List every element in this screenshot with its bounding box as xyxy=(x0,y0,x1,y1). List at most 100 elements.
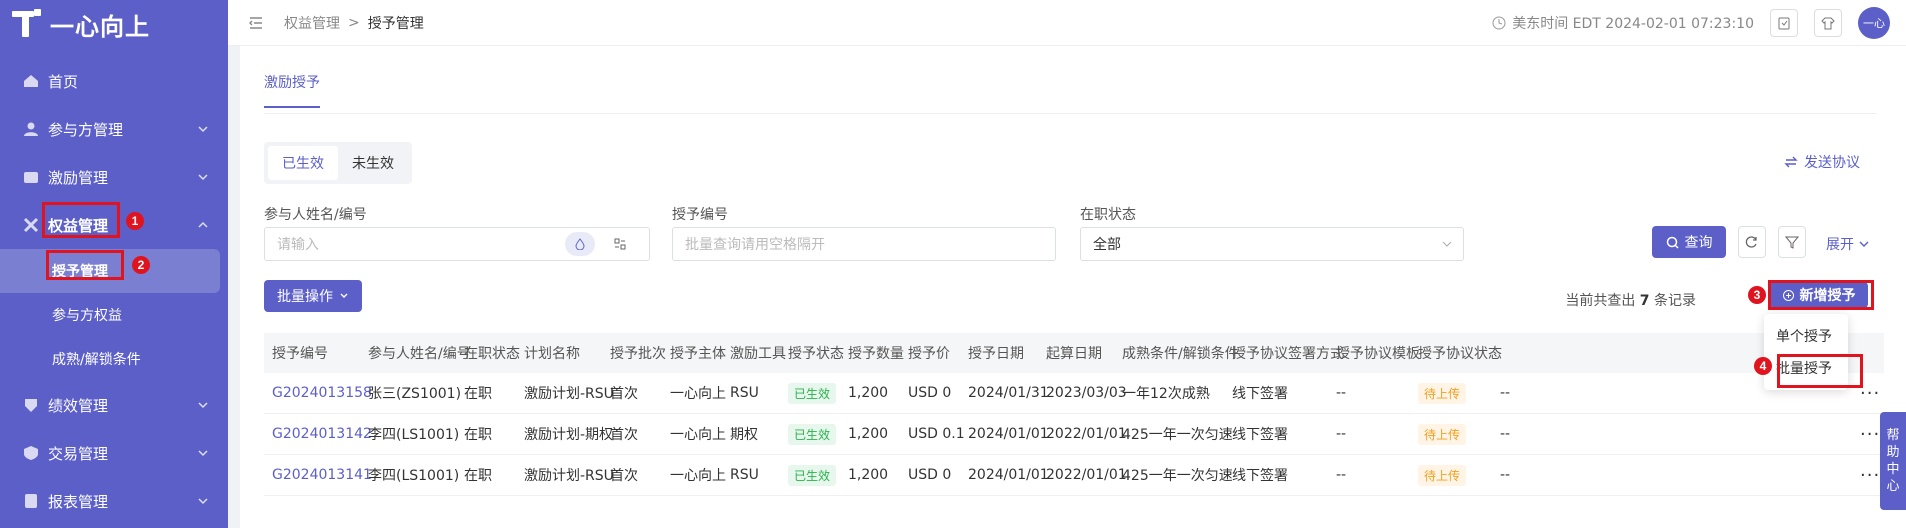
table-cell: 激励计划-RSU xyxy=(524,468,614,484)
table-cell: 首次 xyxy=(610,427,638,443)
more-actions-button[interactable]: ··· xyxy=(1860,455,1880,495)
multi-select-button[interactable] xyxy=(605,232,635,256)
shirt-button[interactable] xyxy=(1814,9,1842,37)
table-cell-wrap: 2024/01/01 xyxy=(968,455,1049,495)
sidebar-item-incentive[interactable]: 激励管理 xyxy=(0,153,228,201)
tab-bar: 激励授予 xyxy=(264,46,1876,114)
table-cell: 张三(ZS1001) xyxy=(368,386,462,402)
server-time: 美东时间 EDT 2024-02-01 07:23:10 xyxy=(1492,13,1754,33)
sidebar-item-label: 参与方管理 xyxy=(48,120,124,139)
annotation-number-2: 2 xyxy=(132,256,150,274)
table-cell-wrap: G2024013142 xyxy=(272,414,372,454)
table-cell-wrap: 一心向上 xyxy=(670,414,726,454)
chevron-down-icon xyxy=(198,498,208,505)
column-header: 起算日期 xyxy=(1046,346,1102,362)
logo-text: 一心向上 xyxy=(50,12,150,41)
name-input[interactable]: 请输入 xyxy=(264,227,650,261)
logo[interactable]: 一心向上 xyxy=(0,0,228,48)
collapse-menu-icon[interactable] xyxy=(248,15,264,31)
sidebar-item-participant-equity[interactable]: 参与方权益 xyxy=(0,293,228,337)
table-cell-wrap: 激励计划-期权 xyxy=(524,414,613,454)
annotation-number-3: 3 xyxy=(1748,286,1766,304)
incentive-icon xyxy=(22,168,40,186)
breadcrumb-parent[interactable]: 权益管理 xyxy=(284,13,340,33)
table-cell: USD 0.1 xyxy=(908,426,965,442)
table-cell: 线下签署 xyxy=(1232,427,1288,443)
table-cell-wrap: 激励计划-RSU xyxy=(524,455,614,495)
sidebar-item-performance[interactable]: 绩效管理 xyxy=(0,381,228,429)
tab-incentive-grant[interactable]: 激励授予 xyxy=(264,72,320,108)
sidebar-item-label: 参与方权益 xyxy=(52,308,122,324)
chevron-up-icon xyxy=(198,221,208,228)
filter-label-name: 参与人姓名/编号 xyxy=(264,207,367,223)
table-cell: 425一年一次匀速 xyxy=(1122,468,1233,484)
clock-icon xyxy=(1492,16,1506,30)
table-cell: 在职 xyxy=(464,468,492,484)
table-cell-wrap: 在职 xyxy=(464,414,492,454)
table-body: G2024013158 张三(ZS1001) 在职 激励计划-RSU 首次 一心向上 RSU… xyxy=(264,373,1884,496)
table-row[interactable]: G2024013142 李四(LS1001) 在职 激励计划-期权 首次 一心向上 期权 已生… xyxy=(264,414,1884,455)
help-center-button[interactable]: 帮 助 中 心 xyxy=(1880,412,1906,510)
logo-mark-icon xyxy=(12,9,42,39)
filter-button[interactable] xyxy=(1778,226,1806,258)
table-cell: -- xyxy=(1336,467,1347,483)
grant-number-link[interactable]: G2024013141 xyxy=(272,467,372,483)
grant-number-placeholder: 批量查询请用空格隔开 xyxy=(685,237,825,253)
sidebar: 一心向上 首页 参与方管理 激励管理 权益管理 授予管理 参与方权益 成熟/解锁… xyxy=(0,0,228,528)
query-button[interactable]: 查询 xyxy=(1652,226,1726,258)
avatar[interactable]: 一心 xyxy=(1858,7,1890,39)
dropdown-item-single-grant[interactable]: 单个授予 xyxy=(1764,320,1848,352)
batch-operation-button[interactable]: 批量操作 xyxy=(264,280,362,312)
clipboard-button[interactable] xyxy=(1770,9,1798,37)
column-header: 授予编号 xyxy=(272,346,328,362)
segment-active[interactable]: 已生效 xyxy=(268,146,338,180)
table-cell: RSU xyxy=(730,385,759,401)
drop-filter-button[interactable] xyxy=(565,232,595,256)
table-cell-wrap: 一心向上 xyxy=(670,455,726,495)
table-cell-wrap: 张三(ZS1001) xyxy=(368,373,461,413)
batch-operation-label: 批量操作 xyxy=(277,289,333,305)
table-cell: 2024/01/31 xyxy=(968,385,1049,401)
sidebar-item-report[interactable]: 报表管理 xyxy=(0,477,228,525)
report-icon xyxy=(22,492,40,510)
table-row[interactable]: G2024013158 张三(ZS1001) 在职 激励计划-RSU 首次 一心向上 RSU… xyxy=(264,373,1884,414)
table-cell: 期权 xyxy=(730,427,758,443)
sidebar-item-home[interactable]: 首页 xyxy=(0,57,228,105)
person-icon xyxy=(22,120,40,138)
employment-status-select[interactable]: 全部 xyxy=(1080,227,1464,261)
help-char: 帮 xyxy=(1886,428,1900,443)
table-cell: 线下签署 xyxy=(1232,468,1288,484)
sidebar-item-label: 报表管理 xyxy=(48,492,109,511)
grant-number-input[interactable]: 批量查询请用空格隔开 xyxy=(672,227,1056,261)
column-header: 在职状态 xyxy=(464,346,520,362)
table-cell: 1,200 xyxy=(848,385,889,401)
table-cell: 2022/01/01 xyxy=(1046,426,1127,442)
table-cell: 2022/01/01 xyxy=(1046,467,1127,483)
table-cell: 线下签署 xyxy=(1232,386,1288,402)
status-badge: 待上传 xyxy=(1418,382,1467,404)
trade-icon xyxy=(22,444,40,462)
segment-inactive[interactable]: 未生效 xyxy=(338,146,408,180)
table-cell: 2024/01/01 xyxy=(968,426,1049,442)
more-actions-button[interactable]: ··· xyxy=(1860,414,1880,454)
sidebar-item-participants[interactable]: 参与方管理 xyxy=(0,105,228,153)
reset-button[interactable] xyxy=(1738,226,1766,258)
table-cell-wrap: 已生效 xyxy=(788,373,837,413)
table-row[interactable]: G2024013141 李四(LS1001) 在职 激励计划-RSU 首次 一心向上 RSU… xyxy=(264,455,1884,496)
table-cell-wrap: 2023/03/03 xyxy=(1046,373,1127,413)
table-cell-wrap: 待上传 xyxy=(1418,373,1467,413)
grant-number-link[interactable]: G2024013158 xyxy=(272,385,372,401)
column-header: 授予协议模板 xyxy=(1336,346,1420,362)
table-cell: 激励计划-期权 xyxy=(524,427,614,443)
more-actions-button[interactable]: ··· xyxy=(1860,373,1880,413)
table-cell-wrap: 线下签署 xyxy=(1232,373,1288,413)
breadcrumb-current: 授予管理 xyxy=(367,15,424,32)
sidebar-item-vesting-conditions[interactable]: 成熟/解锁条件 xyxy=(0,337,228,381)
column-header: 成熟条件/解锁条件 xyxy=(1122,346,1239,362)
record-count-prefix: 当前共查出 xyxy=(1565,293,1636,309)
expand-toggle[interactable]: 展开 xyxy=(1826,234,1870,254)
sidebar-item-trade[interactable]: 交易管理 xyxy=(0,429,228,477)
send-protocol-link[interactable]: 发送协议 xyxy=(1784,152,1860,172)
table-cell: 2024/01/01 xyxy=(968,467,1049,483)
grant-number-link[interactable]: G2024013142 xyxy=(272,426,372,442)
